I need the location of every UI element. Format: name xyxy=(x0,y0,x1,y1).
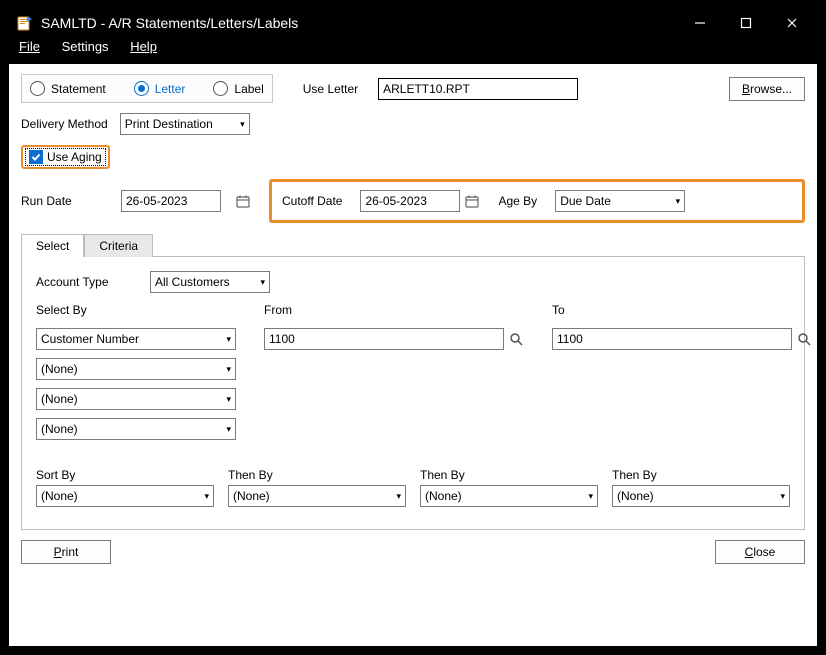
minimize-button[interactable] xyxy=(677,9,723,37)
chevron-down-icon: ▾ xyxy=(226,364,231,375)
doc-type-group: Statement Letter Label xyxy=(21,74,273,103)
tab-panel-select: Account Type All Customers ▾ Select By F… xyxy=(21,256,805,530)
then-by-3-label: Then By xyxy=(612,468,790,482)
chevron-down-icon: ▾ xyxy=(226,394,231,405)
use-aging-highlight: Use Aging xyxy=(21,145,110,169)
cutoff-date-label: Cutoff Date xyxy=(282,194,342,208)
search-icon[interactable] xyxy=(508,331,524,347)
chevron-down-icon: ▾ xyxy=(226,334,231,345)
select-by-1-dropdown[interactable]: Customer Number ▾ xyxy=(36,328,236,350)
close-button[interactable]: Close xyxy=(715,540,805,564)
to-label: To xyxy=(552,303,812,317)
then-by-3-dropdown[interactable]: (None) ▾ xyxy=(612,485,790,507)
then-by-1-dropdown[interactable]: (None) ▾ xyxy=(228,485,406,507)
use-letter-input[interactable] xyxy=(378,78,578,100)
tab-select[interactable]: Select xyxy=(21,234,84,257)
aging-highlight-box: Cutoff Date Age By Due Date ▾ xyxy=(269,179,805,223)
delivery-method-dropdown[interactable]: Print Destination ▾ xyxy=(120,113,250,135)
account-type-dropdown[interactable]: All Customers ▾ xyxy=(150,271,270,293)
maximize-button[interactable] xyxy=(723,9,769,37)
search-icon[interactable] xyxy=(796,331,812,347)
browse-button[interactable]: Browse... xyxy=(729,77,805,101)
calendar-icon[interactable] xyxy=(235,193,251,209)
titlebar: SAMLTD - A/R Statements/Letters/Labels xyxy=(9,9,817,37)
to-1-input[interactable] xyxy=(552,328,792,350)
chevron-down-icon: ▾ xyxy=(676,196,681,207)
chevron-down-icon: ▾ xyxy=(204,491,209,502)
chevron-down-icon: ▾ xyxy=(396,491,401,502)
tab-criteria[interactable]: Criteria xyxy=(84,234,153,257)
chevron-down-icon: ▾ xyxy=(226,424,231,435)
window-title: SAMLTD - A/R Statements/Letters/Labels xyxy=(41,15,677,31)
app-icon xyxy=(17,15,33,31)
menu-help[interactable]: Help xyxy=(130,39,157,54)
then-by-2-dropdown[interactable]: (None) ▾ xyxy=(420,485,598,507)
cutoff-date-input[interactable] xyxy=(360,190,460,212)
select-by-3-dropdown[interactable]: (None) ▾ xyxy=(36,388,236,410)
use-aging-checkbox[interactable]: Use Aging xyxy=(25,148,106,166)
use-letter-label: Use Letter xyxy=(303,82,358,96)
select-by-label: Select By xyxy=(36,303,236,317)
menu-settings[interactable]: Settings xyxy=(62,39,109,54)
radio-label[interactable]: Label xyxy=(213,81,263,96)
then-by-2-label: Then By xyxy=(420,468,598,482)
close-window-button[interactable] xyxy=(769,9,815,37)
chevron-down-icon: ▾ xyxy=(240,119,245,130)
age-by-label: Age By xyxy=(498,194,537,208)
radio-statement[interactable]: Statement xyxy=(30,81,106,96)
sort-by-label: Sort By xyxy=(36,468,214,482)
select-by-2-dropdown[interactable]: (None) ▾ xyxy=(36,358,236,380)
run-date-input[interactable] xyxy=(121,190,221,212)
chevron-down-icon: ▾ xyxy=(588,491,593,502)
menubar: File Settings Help xyxy=(9,37,817,64)
print-button[interactable]: Print xyxy=(21,540,111,564)
chevron-down-icon: ▾ xyxy=(780,491,785,502)
chevron-down-icon: ▾ xyxy=(260,277,265,288)
from-label: From xyxy=(264,303,524,317)
menu-file[interactable]: File xyxy=(19,39,40,54)
calendar-icon[interactable] xyxy=(464,193,480,209)
sort-by-dropdown[interactable]: (None) ▾ xyxy=(36,485,214,507)
age-by-dropdown[interactable]: Due Date ▾ xyxy=(555,190,685,212)
then-by-1-label: Then By xyxy=(228,468,406,482)
select-by-4-dropdown[interactable]: (None) ▾ xyxy=(36,418,236,440)
run-date-label: Run Date xyxy=(21,194,111,208)
from-1-input[interactable] xyxy=(264,328,504,350)
radio-letter[interactable]: Letter xyxy=(134,81,186,96)
account-type-label: Account Type xyxy=(36,275,136,289)
delivery-method-label: Delivery Method xyxy=(21,117,108,131)
